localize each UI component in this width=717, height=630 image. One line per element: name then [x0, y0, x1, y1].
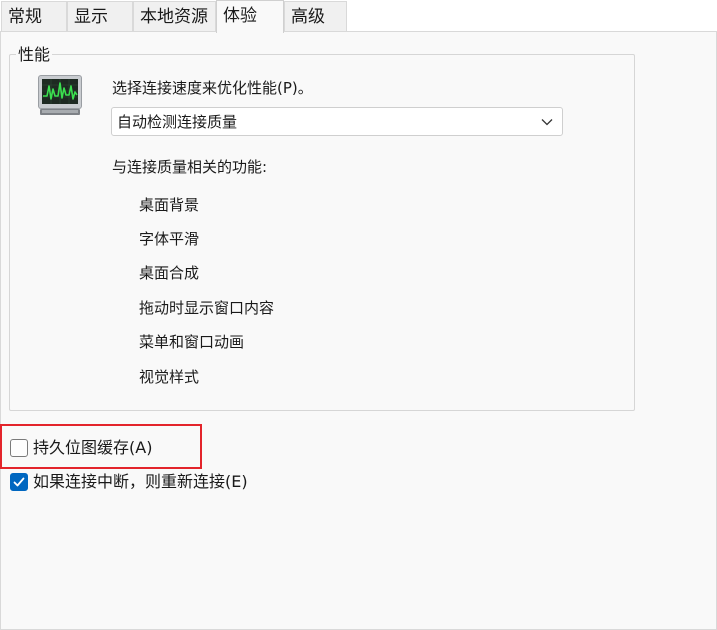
- persistent-bitmap-label[interactable]: 持久位图缓存(A): [33, 438, 152, 458]
- performance-group-title: 性能: [16, 45, 53, 65]
- tab-advanced[interactable]: 高级: [284, 1, 347, 31]
- reconnect-checkbox[interactable]: [10, 473, 28, 491]
- persistent-bitmap-checkbox[interactable]: [10, 439, 28, 457]
- tab-experience[interactable]: 体验: [216, 0, 284, 33]
- speed-prompt-label: 选择连接速度来优化性能(P)。: [112, 79, 313, 97]
- feature-item-window-drag-content: 拖动时显示窗口内容: [139, 299, 275, 317]
- connection-speed-value: 自动检测连接质量: [117, 113, 238, 131]
- tab-general[interactable]: 常规: [1, 1, 67, 31]
- connection-speed-select[interactable]: 自动检测连接质量: [111, 107, 563, 136]
- feature-item-menu-animation: 菜单和窗口动画: [139, 333, 245, 351]
- feature-item-visual-styles: 视觉样式: [139, 368, 200, 386]
- performance-monitor-icon: [36, 74, 84, 118]
- tab-local-resources[interactable]: 本地资源: [133, 1, 216, 31]
- checkmark-icon: [13, 477, 25, 487]
- feature-item-desktop-composition: 桌面合成: [139, 264, 200, 282]
- tab-bar: 常规 显示 本地资源 体验 高级: [0, 0, 717, 33]
- feature-item-font-smoothing: 字体平滑: [139, 230, 200, 248]
- feature-item-desktop-background: 桌面背景: [139, 196, 200, 214]
- reconnect-label[interactable]: 如果连接中断，则重新连接(E): [33, 472, 248, 492]
- chevron-down-icon: [540, 114, 554, 128]
- features-heading: 与连接质量相关的功能:: [112, 158, 268, 176]
- tab-display[interactable]: 显示: [67, 1, 133, 31]
